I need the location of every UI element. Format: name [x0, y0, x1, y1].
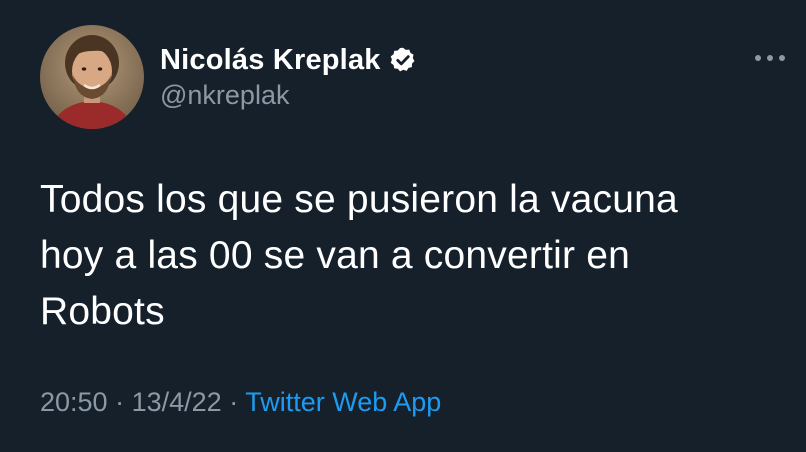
meta-separator: ·	[115, 387, 125, 417]
tweet-text-line: hoy a las 00 se van a convertir en	[40, 234, 630, 277]
tweet-metadata: 20:50 · 13/4/22 · Twitter Web App	[40, 387, 441, 418]
tweet-date[interactable]: 13/4/22	[132, 387, 222, 417]
more-options-icon[interactable]	[752, 48, 788, 68]
tweet-source-link[interactable]: Twitter Web App	[245, 387, 441, 417]
tweet-card: Nicolás Kreplak @nkreplak Todos los que …	[0, 0, 806, 452]
avatar-image	[40, 25, 144, 129]
name-row: Nicolás Kreplak	[160, 42, 417, 78]
meta-separator: ·	[229, 387, 239, 417]
tweet-text: Todos los que se pusieron la vacuna hoy …	[40, 172, 760, 340]
tweet-text-line: Robots	[40, 290, 165, 333]
display-name[interactable]: Nicolás Kreplak	[160, 44, 381, 77]
tweet-time[interactable]: 20:50	[40, 387, 108, 417]
user-handle[interactable]: @nkreplak	[160, 80, 289, 111]
avatar[interactable]	[40, 25, 144, 129]
verified-badge-icon	[389, 46, 417, 74]
tweet-text-line: Todos los que se pusieron la vacuna	[40, 178, 678, 221]
